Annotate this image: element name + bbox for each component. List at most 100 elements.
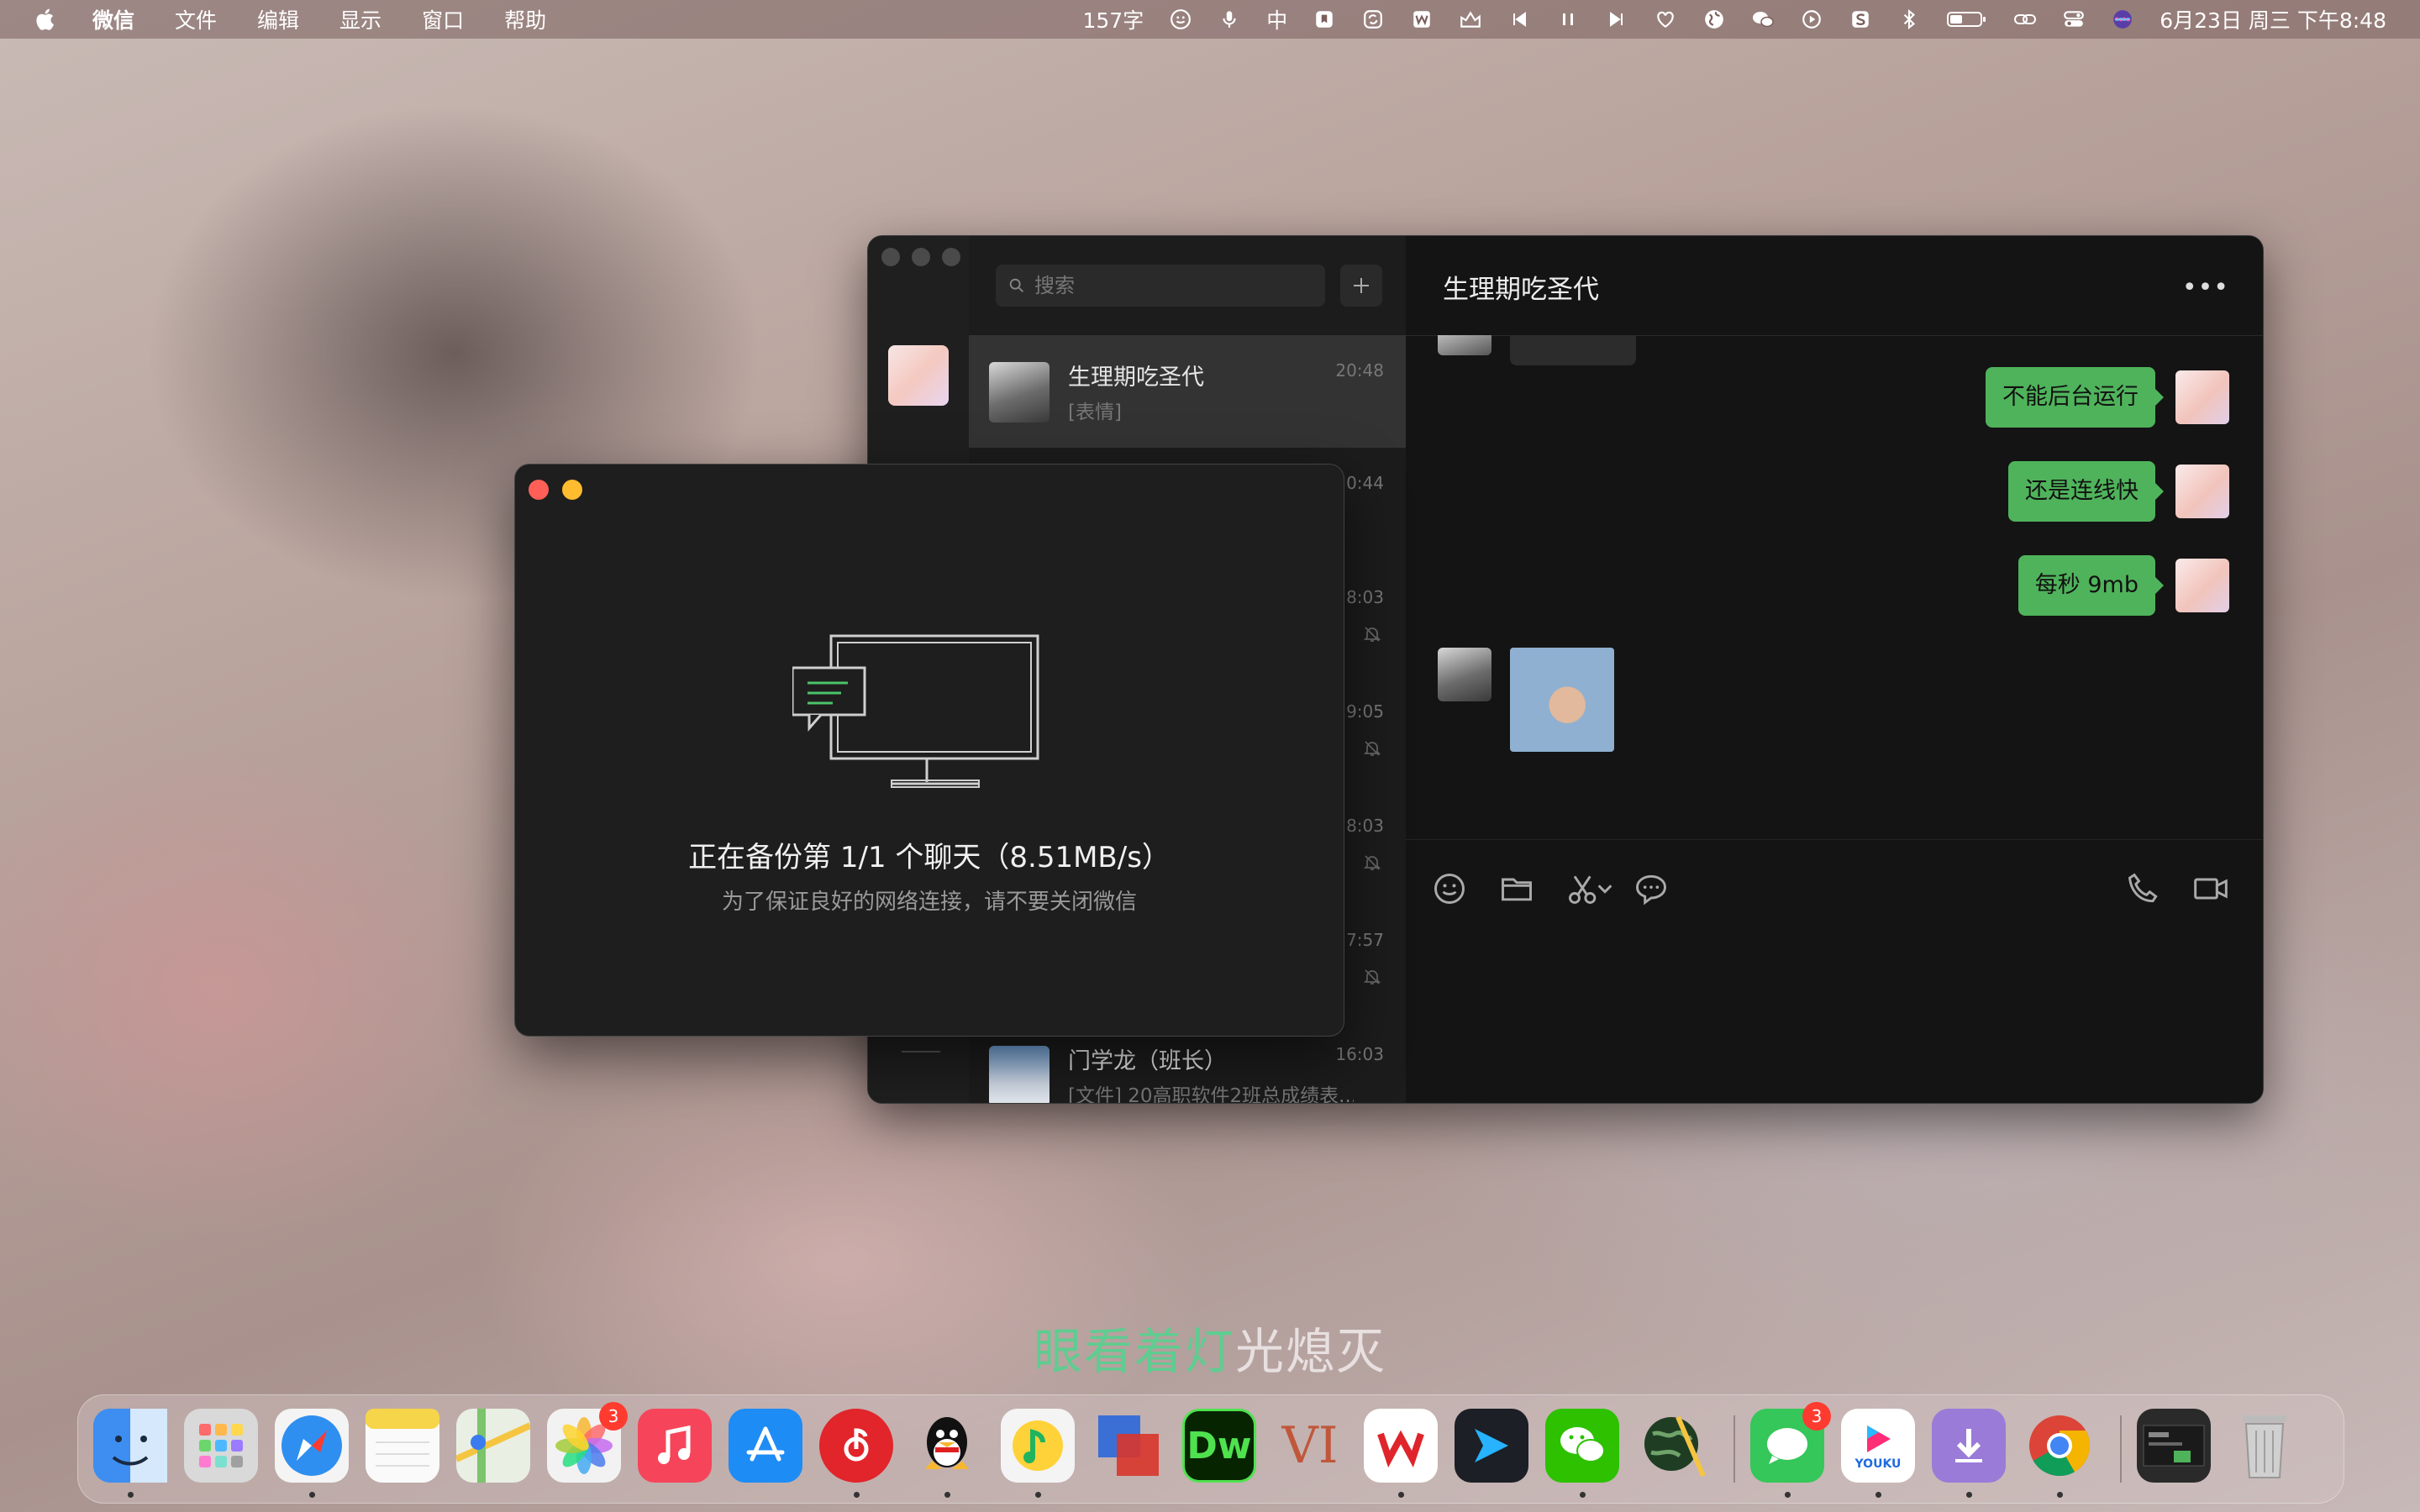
prompt-icon[interactable]: [1455, 1409, 1528, 1483]
word-count[interactable]: 157字: [1083, 4, 1144, 34]
dreamweaver-label: Dw: [1186, 1424, 1252, 1467]
emoji-button-icon[interactable]: [1431, 870, 1468, 907]
wps-tray-icon[interactable]: [1410, 8, 1434, 31]
vi-icon[interactable]: VI: [1273, 1409, 1347, 1483]
messages-icon[interactable]: 3: [1750, 1402, 1831, 1498]
mute-bell-icon: [1363, 969, 1381, 984]
wechat-icon[interactable]: [1545, 1409, 1619, 1498]
qq-music-icon[interactable]: [1001, 1409, 1075, 1498]
battery-icon[interactable]: [1946, 8, 1988, 31]
chat-time: 16:03: [1335, 1044, 1384, 1064]
add-button[interactable]: [1340, 265, 1382, 307]
outgoing-message[interactable]: 每秒 9mb: [2018, 555, 2165, 616]
apple-icon[interactable]: [34, 7, 59, 32]
conversation-header: 生理期吃圣代 •••: [1406, 236, 2263, 336]
menu-clock[interactable]: 6月23日 周三 下午8:48: [2160, 4, 2386, 34]
parallels-icon[interactable]: [1092, 1409, 1165, 1483]
window-controls: [881, 248, 960, 266]
message-toolbar: [1406, 839, 2263, 941]
search-field[interactable]: [996, 265, 1325, 307]
backup-dialog: 正在备份第 1/1 个聊天（8.51MB/s） 为了保证良好的网络连接，请不要关…: [514, 464, 1344, 1037]
wps-icon[interactable]: [1364, 1409, 1438, 1498]
qq-icon[interactable]: [910, 1409, 984, 1498]
chat-name: 门学龙（班长）: [1068, 1048, 1227, 1074]
microphone-icon[interactable]: [1218, 8, 1241, 31]
launchpad-icon[interactable]: [184, 1409, 258, 1483]
chevron-down-icon[interactable]: [1596, 870, 1614, 907]
finder-icon[interactable]: [93, 1409, 167, 1498]
next-track-icon[interactable]: [1605, 8, 1628, 31]
dreamweaver-icon[interactable]: Dw: [1182, 1409, 1256, 1483]
dock: 3 Dw VI 3 YOUKU: [77, 1394, 2344, 1504]
music-icon[interactable]: [638, 1409, 712, 1483]
emoji-icon[interactable]: [1169, 8, 1192, 31]
lyric-highlight: 眼看着灯: [1033, 1323, 1235, 1380]
earth-icon[interactable]: [1636, 1409, 1710, 1483]
minimize-button[interactable]: [562, 480, 582, 500]
close-button[interactable]: [881, 248, 900, 266]
vi-label: VI: [1281, 1416, 1339, 1475]
bluetooth-icon[interactable]: [1897, 8, 1921, 31]
mute-bell-icon: [1363, 741, 1381, 756]
zoom-button[interactable]: [942, 248, 960, 266]
running-indicator: [1398, 1492, 1404, 1498]
menu-window[interactable]: 窗口: [422, 4, 464, 34]
desktop-preview-icon[interactable]: [2137, 1409, 2211, 1483]
safari-icon[interactable]: [275, 1409, 349, 1498]
input-method[interactable]: 中: [1266, 4, 1287, 34]
menu-file[interactable]: 文件: [175, 4, 217, 34]
thumbs-up-sticker[interactable]: [1510, 648, 1614, 752]
menu-view[interactable]: 显示: [339, 4, 381, 34]
more-button[interactable]: •••: [2182, 273, 2229, 302]
search-icon: [1009, 278, 1023, 292]
plus-icon: [1354, 278, 1369, 293]
menu-app-name[interactable]: 微信: [92, 4, 134, 34]
minimize-button[interactable]: [912, 248, 930, 266]
chat-time: 9:05: [1346, 701, 1384, 722]
sync-icon[interactable]: [1361, 8, 1385, 31]
rail-menu-divider[interactable]: [902, 1051, 940, 1053]
pause-icon[interactable]: [1556, 8, 1580, 31]
dock-separator: [1733, 1415, 1735, 1483]
partial-incoming-bubble: [1510, 335, 1636, 365]
menu-edit[interactable]: 编辑: [257, 4, 299, 34]
close-button[interactable]: [529, 480, 549, 500]
notes-icon[interactable]: [366, 1409, 439, 1483]
notification-badge: 3: [1802, 1402, 1831, 1431]
bookmark-app-icon[interactable]: [1313, 8, 1336, 31]
s-app-icon[interactable]: [1849, 8, 1872, 31]
my-avatar[interactable]: [888, 345, 949, 406]
chat-list-item[interactable]: 生理期吃圣代 [表情] 20:48: [969, 335, 1406, 448]
siri-icon[interactable]: [2111, 8, 2134, 31]
mute-bell-icon: [1363, 855, 1381, 870]
outgoing-message[interactable]: 还是连线快: [2008, 461, 2164, 522]
globe-icon[interactable]: [1702, 8, 1726, 31]
previous-track-icon[interactable]: [1507, 8, 1531, 31]
backup-status: 正在备份第 1/1 个聊天（8.51MB/s）: [688, 841, 1171, 874]
running-indicator: [1035, 1492, 1041, 1498]
chat-bubble-icon[interactable]: [1633, 870, 1670, 907]
chrome-icon[interactable]: [2023, 1409, 2096, 1498]
play-circle-icon[interactable]: [1800, 8, 1823, 31]
phone-icon[interactable]: [2125, 870, 2162, 907]
video-call-icon[interactable]: [2192, 870, 2229, 907]
message-area[interactable]: 不能后台运行 还是连线快 每秒 9mb: [1406, 335, 2263, 839]
control-center-icon[interactable]: [2062, 8, 2086, 31]
link-icon[interactable]: [2013, 8, 2037, 31]
outgoing-message[interactable]: 不能后台运行: [1986, 367, 2164, 428]
netease-music-icon[interactable]: [819, 1409, 893, 1498]
wechat-tray-icon[interactable]: [1751, 8, 1775, 31]
maps-icon[interactable]: [456, 1409, 530, 1483]
app-store-icon[interactable]: [729, 1409, 802, 1483]
running-indicator: [1966, 1492, 1972, 1498]
downloads-icon[interactable]: [1932, 1409, 2006, 1498]
screenshot-icon[interactable]: [1459, 8, 1482, 31]
youku-icon[interactable]: YOUKU: [1841, 1409, 1915, 1498]
heart-icon[interactable]: [1654, 8, 1677, 31]
chat-avatar: [989, 362, 1050, 423]
photos-icon[interactable]: 3: [547, 1402, 628, 1483]
search-input[interactable]: [1033, 273, 1305, 298]
trash-icon[interactable]: [2228, 1409, 2302, 1483]
menu-help[interactable]: 帮助: [504, 4, 546, 34]
folder-icon[interactable]: [1498, 870, 1535, 907]
